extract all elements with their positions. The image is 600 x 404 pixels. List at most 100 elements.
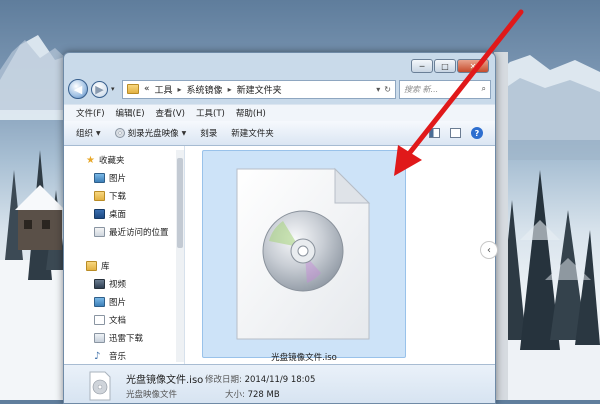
- nav-item-label: 图片: [109, 298, 127, 308]
- preview-pane-icon[interactable]: [450, 128, 461, 138]
- breadcrumb-new-folder[interactable]: 新建文件夹: [237, 83, 282, 96]
- new-folder-label: 新建文件夹: [231, 129, 274, 139]
- details-size: 大小: 728 MB: [225, 388, 280, 400]
- menu-file[interactable]: 文件(F): [76, 107, 105, 119]
- videos-library-icon: [94, 279, 105, 289]
- nav-item-label: 桌面: [109, 210, 127, 220]
- help-icon[interactable]: ?: [471, 127, 483, 139]
- pictures-folder-icon: [94, 173, 105, 183]
- nav-item-documents[interactable]: 文档: [94, 314, 126, 326]
- nav-item-videos[interactable]: 视频: [94, 278, 126, 290]
- breadcrumb-separator-icon[interactable]: ▸: [228, 85, 232, 94]
- library-icon: [86, 261, 97, 271]
- recent-places-icon: [94, 227, 105, 237]
- file-item-iso[interactable]: 光盘镜像文件.iso: [202, 150, 406, 363]
- file-type-text: 光盘映像文件: [126, 390, 178, 400]
- nav-item-label: 最近访问的位置: [109, 228, 169, 238]
- close-button[interactable]: ✕: [457, 59, 489, 73]
- nav-item-label: 图片: [109, 174, 127, 184]
- forward-arrow-icon: ▶: [95, 82, 104, 96]
- modified-key: 修改日期:: [205, 375, 242, 385]
- favorites-header[interactable]: ★ 收藏夹: [86, 154, 125, 167]
- menu-tools[interactable]: 工具(T): [196, 107, 225, 119]
- libraries-header[interactable]: 库: [86, 260, 110, 272]
- thunder-downloads-icon: [94, 333, 105, 343]
- music-note-icon: ♪: [94, 350, 101, 362]
- nav-item-label: 下载: [109, 192, 127, 202]
- explorer-window: ─ □ ✕ ◀ ▶ ▾ « 工具 ▸ 系统镜像 ▸ 新建文件夹 ▾ ↻ 搜索 新…: [63, 52, 496, 404]
- search-icon[interactable]: ⌕: [482, 84, 486, 94]
- burn-label: 刻录: [200, 129, 218, 139]
- desktop-icon: [94, 209, 105, 219]
- nav-item-desktop[interactable]: 桌面: [94, 208, 126, 220]
- details-pane: 光盘镜像文件.iso 修改日期: 2014/11/9 18:05 光盘映像文件 …: [64, 364, 495, 403]
- search-placeholder: 搜索 新...: [404, 84, 439, 94]
- maximize-button[interactable]: □: [434, 59, 456, 73]
- size-key: 大小:: [225, 390, 245, 400]
- address-overflow[interactable]: «: [144, 84, 150, 94]
- nav-item-pictures[interactable]: 图片: [94, 172, 126, 184]
- folder-icon: [127, 84, 139, 94]
- menu-bar: 文件(F) 编辑(E) 查看(V) 工具(T) 帮助(H): [64, 104, 495, 121]
- page-prev-button[interactable]: ‹: [480, 241, 498, 259]
- refresh-icon[interactable]: ↻: [384, 85, 391, 94]
- pictures-library-icon: [94, 297, 105, 307]
- libraries-label: 库: [101, 262, 110, 272]
- nav-item-downloads[interactable]: 下载: [94, 190, 126, 202]
- change-view-icon[interactable]: [429, 128, 440, 138]
- address-bar[interactable]: « 工具 ▸ 系统镜像 ▸ 新建文件夹 ▾ ↻: [122, 79, 396, 99]
- nav-item-thunder-downloads[interactable]: 迅雷下载: [94, 332, 143, 344]
- modified-value: 2014/11/9 18:05: [244, 375, 316, 385]
- favorites-label: 收藏夹: [98, 156, 125, 166]
- breadcrumb-tools[interactable]: 工具: [155, 83, 173, 96]
- menu-view[interactable]: 查看(V): [156, 107, 185, 119]
- breadcrumb-system-image[interactable]: 系统镜像: [187, 83, 223, 96]
- file-name-label: 光盘镜像文件.iso: [271, 353, 337, 363]
- menu-edit[interactable]: 编辑(E): [116, 107, 145, 119]
- organize-button[interactable]: 组织 ▼: [76, 127, 101, 139]
- nav-item-label: 迅雷下载: [109, 334, 144, 344]
- nav-item-music[interactable]: ♪ 音乐: [94, 350, 127, 363]
- file-list: 光盘镜像文件.iso: [185, 146, 495, 364]
- address-dropdown-icon[interactable]: ▾: [376, 85, 380, 94]
- nav-item-library-pictures[interactable]: 图片: [94, 296, 126, 308]
- page-gutter: [494, 52, 508, 400]
- organize-label: 组织: [76, 129, 94, 139]
- details-modified: 修改日期: 2014/11/9 18:05: [205, 373, 315, 385]
- nav-item-label: 文档: [109, 316, 127, 326]
- nav-item-label: 视频: [109, 280, 127, 290]
- breadcrumb-separator-icon[interactable]: ▸: [178, 85, 182, 94]
- burn-disc-image-button[interactable]: 刻录光盘映像 ▼: [114, 127, 187, 139]
- recent-pages-dropdown[interactable]: ▾: [111, 85, 119, 93]
- back-arrow-icon: ◀: [73, 82, 83, 96]
- size-value: 728 MB: [247, 390, 280, 400]
- chevron-left-icon: ‹: [487, 244, 491, 256]
- disc-image-icon: [236, 167, 371, 340]
- navigation-scrollbar[interactable]: [176, 150, 184, 362]
- search-input[interactable]: 搜索 新... ⌕: [399, 79, 491, 99]
- scrollbar-thumb[interactable]: [177, 158, 183, 248]
- menu-help[interactable]: 帮助(H): [236, 107, 266, 119]
- documents-library-icon: [94, 315, 105, 325]
- details-file-name: 光盘镜像文件.iso: [126, 371, 203, 386]
- new-folder-button[interactable]: 新建文件夹: [231, 127, 274, 139]
- star-icon: ★: [86, 154, 95, 166]
- nav-item-label: 音乐: [109, 352, 127, 362]
- burn-disc-image-label: 刻录光盘映像: [127, 129, 179, 139]
- navigation-pane: ★ 收藏夹 图片 下载 桌面 最近访问的位置 库 视频 图片 文档 迅雷下载 ♪…: [64, 146, 185, 364]
- disc-icon: [114, 128, 125, 138]
- nav-item-recent-places[interactable]: 最近访问的位置: [94, 226, 169, 238]
- disc-image-icon: [89, 371, 111, 401]
- forward-button[interactable]: ▶: [91, 80, 108, 98]
- details-file-type: 光盘映像文件: [126, 388, 177, 400]
- view-controls: ?: [429, 127, 495, 139]
- burn-button[interactable]: 刻录: [200, 127, 217, 139]
- details-file-name-text: 光盘镜像文件.iso: [126, 375, 204, 386]
- chevron-down-icon: ▼: [181, 129, 187, 137]
- navigation-bar: ◀ ▶ ▾ « 工具 ▸ 系统镜像 ▸ 新建文件夹 ▾ ↻ 搜索 新... ⌕: [68, 77, 491, 101]
- chevron-down-icon: ▼: [96, 129, 101, 137]
- back-button[interactable]: ◀: [68, 79, 88, 99]
- minimize-button[interactable]: ─: [411, 59, 433, 73]
- address-actions: ▾ ↻: [376, 85, 391, 94]
- window-controls: ─ □ ✕: [411, 59, 489, 73]
